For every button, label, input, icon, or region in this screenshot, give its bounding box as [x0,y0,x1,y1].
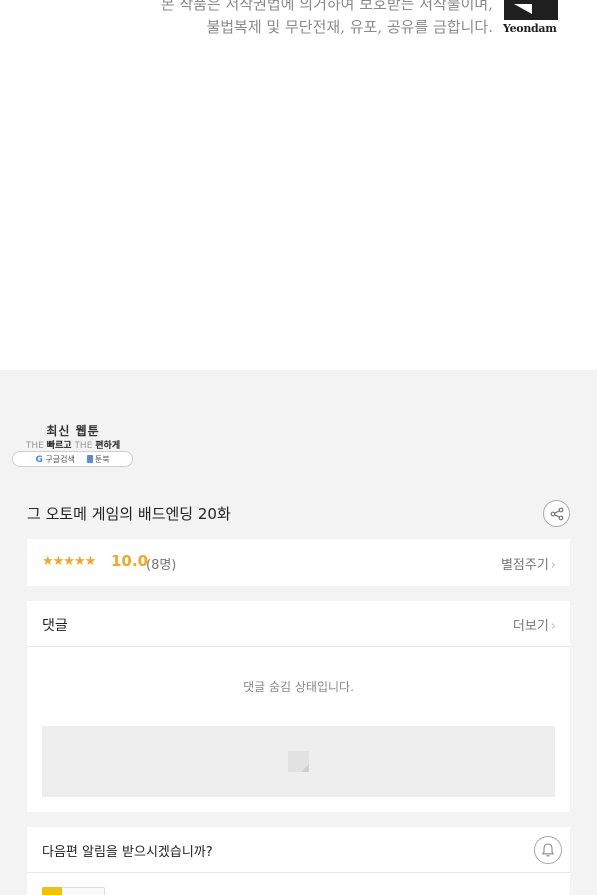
toonbook-label: 툰북 [86,454,110,465]
notify-question: 다음편 알림을 받으시겠습니까? [42,845,213,860]
rate-button[interactable]: 별점주기 › [501,554,556,573]
google-search-label: G 구글검색 [35,454,75,465]
google-icon: G [35,454,43,465]
notify-bell-button[interactable] [534,836,562,864]
bell-icon [542,843,554,857]
banner-title: 최신 웹툰 [46,424,100,438]
banner-search-pill: G 구글검색 툰북 [12,451,133,467]
comments-title: 댓글 [42,618,68,634]
copyright-line-2: 불법복제 및 무단전재, 유포, 공유를 금합니다. [206,18,493,36]
ad-banner[interactable]: 최신 웹툰 THE 빠르고 THE 편하게 G 구글검색 툰북 [12,422,134,468]
logo-mark [504,0,558,20]
copyright-line-1: 본 작품은 저작권법에 의거하여 보호받는 저작물이며, [160,0,493,13]
copyright-section: 본 작품은 저작권법에 의거하여 보호받는 저작물이며, 불법복제 및 무단전재… [0,0,597,370]
book-icon [86,454,93,463]
rating-score: 10.0 [111,552,149,570]
share-icon [550,507,563,520]
notify-toggle[interactable] [42,887,105,895]
share-button[interactable] [543,500,570,527]
chevron-right-icon: › [550,558,556,573]
notify-card: 다음편 알림을 받으시겠습니까? [27,827,570,895]
rating-count: (8명) [146,558,177,573]
comment-placeholder-icon [288,751,309,772]
comments-header: 댓글 더보기 › [27,601,570,647]
comments-more-link[interactable]: 더보기 › [513,615,556,634]
banner-subtitle: THE 빠르고 THE 편하게 [25,441,121,451]
comments-card: 댓글 더보기 › 댓글 숨김 상태입니다. [27,601,570,812]
logo-text: Yeondam [503,22,557,35]
copyright-notice: 본 작품은 저작권법에 의거하여 보호받는 저작물이며, 불법복제 및 무단전재… [161,0,493,39]
publisher-logo: Yeondam [503,0,561,36]
toggle-knob [42,887,62,895]
chevron-right-icon: › [550,619,556,634]
comment-input-box[interactable] [42,726,555,797]
notify-header: 다음편 알림을 받으시겠습니까? [27,827,570,873]
star-rating-icons: ★★★★★ [42,554,96,569]
episode-title: 그 오토메 게임의 배드엔딩 20화 [27,505,231,523]
rating-card: ★★★★★ 10.0 (8명) 별점주기 › [27,539,570,586]
comments-hidden-message: 댓글 숨김 상태입니다. [243,680,354,694]
